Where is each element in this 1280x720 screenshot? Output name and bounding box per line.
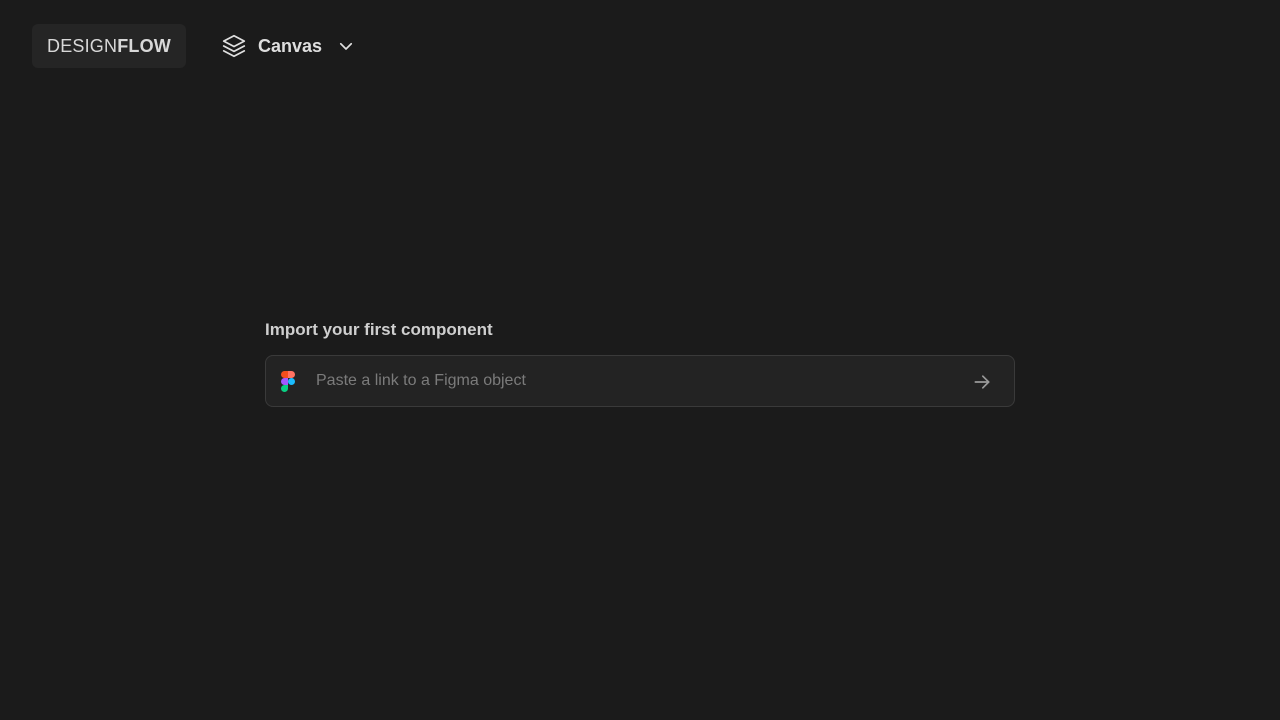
logo-text-flow: FLOW	[117, 35, 171, 56]
figma-icon	[281, 371, 295, 392]
import-title: Import your first component	[265, 320, 493, 339]
workspace-selector[interactable]: Canvas	[220, 30, 356, 62]
arrow-right-icon[interactable]	[970, 370, 994, 394]
import-section: Import your first component	[265, 318, 1015, 407]
logo-text-design: DESIGN	[47, 35, 118, 56]
figma-link-input[interactable]	[316, 356, 956, 406]
figma-link-field[interactable]	[265, 355, 1015, 407]
workspace-label: Canvas	[258, 35, 323, 56]
layers-icon	[220, 32, 248, 60]
chevron-down-icon[interactable]	[336, 36, 356, 56]
app-logo[interactable]: DESIGN FLOW	[32, 24, 186, 68]
top-bar: DESIGN FLOW Canvas	[0, 0, 1280, 92]
